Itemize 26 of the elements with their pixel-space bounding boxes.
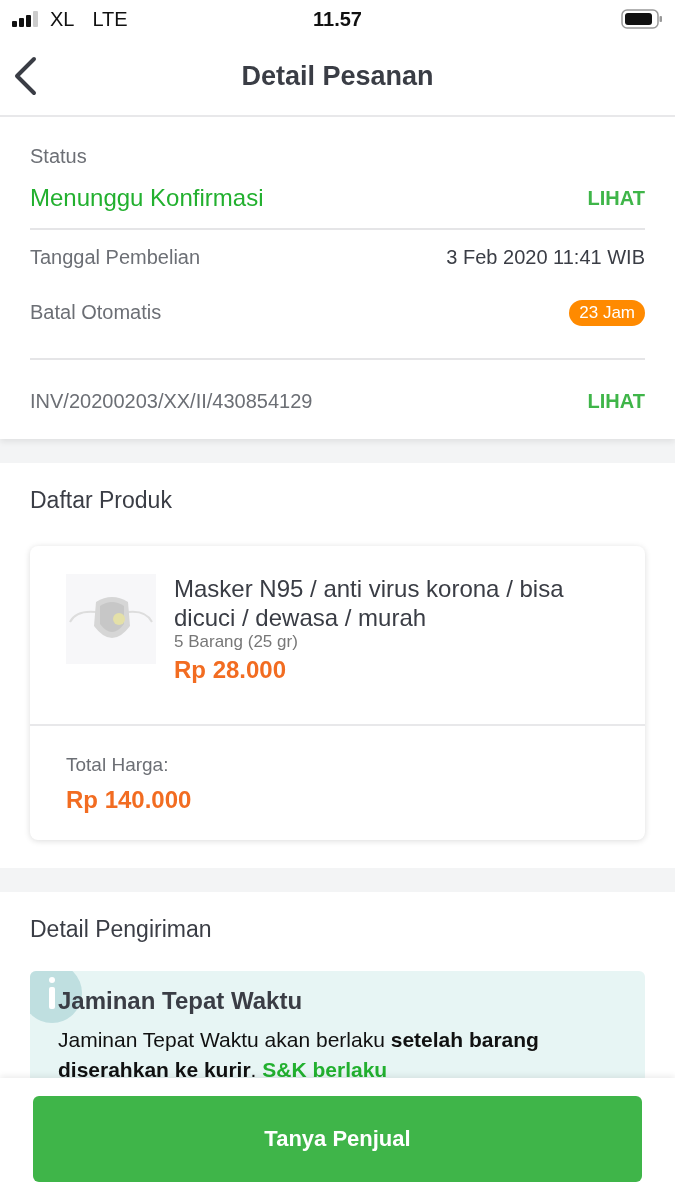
battery-icon (621, 9, 663, 29)
product-name: Masker N95 / anti virus korona / bisa dicuci / dewasa / murah (174, 574, 565, 632)
section-title: Detail Pengiriman (30, 915, 213, 944)
status-label: Status (30, 145, 88, 168)
banner-title: Jaminan Tepat Waktu (58, 987, 304, 1015)
clock-time: 11.57 (313, 7, 362, 31)
network-type: LTE (92, 7, 128, 31)
product-quantity: 5 Barang (25 gr) (174, 632, 299, 652)
banner-text: Jaminan Tepat Waktu akan berlaku setelah barang diserahkan ke kurir. S&K berlaku (58, 1027, 540, 1078)
detail-value: 3 Feb 2020 11:41 WIB (446, 246, 645, 269)
view-status-link[interactable]: LIHAT (587, 186, 645, 210)
carrier-name: XL (50, 7, 75, 31)
product-price: Rp 28.000 (174, 656, 288, 684)
detail-label: Tanggal Pembelian (30, 246, 201, 269)
countdown-badge: 23 Jam (569, 299, 645, 326)
back-button[interactable] (12, 56, 38, 96)
view-invoice-link[interactable]: LIHAT (587, 390, 645, 413)
order-status: Menunggu Konfirmasi (30, 184, 264, 212)
terms-link[interactable]: S&K berlaku (262, 1058, 388, 1078)
page-title: Detail Pesanan (241, 61, 434, 92)
section-title: Daftar Produk (30, 486, 173, 515)
invoice-number: INV/20200203/XX/II/430854129 (30, 390, 313, 413)
total-label: Total Harga: (66, 754, 170, 776)
total-price: Rp 140.000 (66, 786, 193, 814)
detail-label: Batal Otomatis (30, 301, 162, 324)
ask-seller-button[interactable]: Tanya Penjual (33, 1096, 642, 1182)
